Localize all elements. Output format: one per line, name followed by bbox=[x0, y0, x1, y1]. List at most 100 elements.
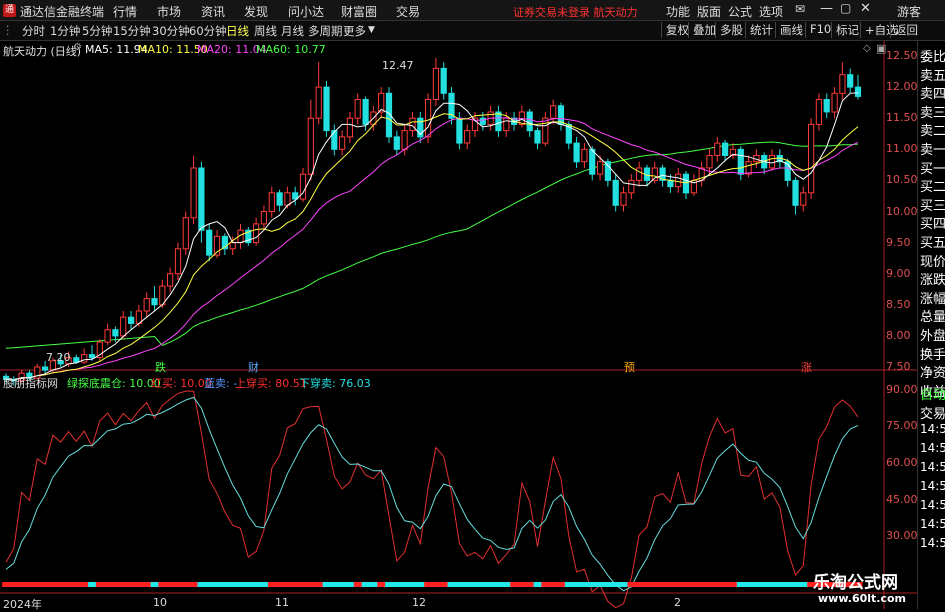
event-tag-drop[interactable]: 跌 bbox=[155, 359, 166, 375]
side-panel-item[interactable]: 涨幅 bbox=[920, 288, 945, 307]
signal-bar-segment bbox=[314, 582, 324, 587]
side-panel-item[interactable]: 卖二 bbox=[920, 120, 945, 139]
login-notice[interactable]: 证券交易未登录 航天动力 bbox=[513, 4, 638, 20]
side-panel-item[interactable]: 卖四 bbox=[920, 83, 945, 102]
indicator-name[interactable]: 股朋指标网 bbox=[3, 375, 58, 391]
menu-layout[interactable]: 版面 bbox=[697, 3, 721, 20]
event-tag-finance[interactable]: 财 bbox=[248, 359, 259, 375]
menu-ask[interactable]: 问小达 bbox=[288, 3, 324, 20]
period-tab-60min[interactable]: 60分钟 bbox=[189, 23, 227, 39]
side-panel-item[interactable]: 买一 bbox=[920, 158, 945, 177]
kline-chart-svg[interactable] bbox=[0, 41, 917, 609]
guest-label[interactable]: 游客 bbox=[897, 3, 921, 20]
side-panel-item[interactable]: 卖五 bbox=[920, 65, 945, 84]
period-tab-daily[interactable]: 日线 bbox=[226, 23, 249, 39]
price-tick: 9.50 bbox=[886, 235, 911, 249]
period-tab-30min[interactable]: 30分钟 bbox=[152, 23, 190, 39]
price-tick: 11.50 bbox=[886, 111, 918, 125]
candle-body bbox=[550, 105, 557, 119]
stock-title[interactable]: 航天动力 (日线) bbox=[3, 43, 81, 59]
period-tab-more[interactable]: 更多 bbox=[343, 23, 366, 39]
indicator-tick: 75.00 bbox=[886, 419, 918, 432]
side-panel-item[interactable]: 委比 bbox=[920, 46, 945, 65]
menu-market[interactable]: 市场 bbox=[157, 3, 181, 20]
signal-bar-segment bbox=[525, 582, 535, 587]
side-panel-item[interactable]: 卖一 bbox=[920, 139, 945, 158]
menu-function[interactable]: 功能 bbox=[666, 3, 690, 20]
menu-formula[interactable]: 公式 bbox=[728, 3, 752, 20]
side-panel-item[interactable]: 买二 bbox=[920, 176, 945, 195]
side-panel-item[interactable]: 换手 bbox=[920, 344, 945, 363]
overlay-button[interactable]: 叠加 bbox=[688, 22, 716, 38]
side-panel-item[interactable]: 14:56 bbox=[920, 422, 945, 436]
message-icon[interactable]: ✉ bbox=[795, 2, 805, 16]
price-tick: 12.50 bbox=[886, 49, 918, 62]
chart-area[interactable]: 航天动力 (日线) ⚙ MA5: 11.94 MA10: 11.50 MA20:… bbox=[0, 41, 918, 611]
menu-trade[interactable]: 交易 bbox=[396, 3, 420, 20]
side-panel-item[interactable]: 14:56 bbox=[920, 498, 945, 512]
candle-body bbox=[401, 130, 408, 150]
signal-bar-segment bbox=[674, 582, 683, 587]
signal-bar-segment bbox=[221, 582, 230, 587]
candle-body bbox=[190, 167, 197, 219]
side-panel-item[interactable]: 14:56 bbox=[920, 536, 945, 550]
period-tab-intraday[interactable]: 分时 bbox=[22, 23, 45, 39]
side-panel-item[interactable]: 买四 bbox=[920, 213, 945, 232]
side-panel-item[interactable]: 14:56 bbox=[920, 460, 945, 474]
period-tab-multi[interactable]: 多周期 bbox=[308, 23, 343, 39]
side-panel-item[interactable]: 外盘 bbox=[920, 325, 945, 344]
candle-body bbox=[128, 316, 135, 324]
diamond-icon[interactable]: ◇ bbox=[863, 43, 871, 54]
period-tab-15min[interactable]: 15分钟 bbox=[113, 23, 151, 39]
side-panel-item[interactable]: 14:56 bbox=[920, 517, 945, 531]
signal-bar-segment bbox=[697, 582, 707, 587]
menu-options[interactable]: 选项 bbox=[759, 3, 783, 20]
stats-button[interactable]: 统计 bbox=[745, 22, 773, 38]
period-tab-weekly[interactable]: 周线 bbox=[254, 23, 277, 39]
close-icon[interactable]: ✕ bbox=[860, 1, 871, 16]
signal-bar-segment bbox=[322, 582, 331, 587]
side-panel-item[interactable]: 买五 bbox=[920, 232, 945, 251]
period-tab-1min[interactable]: 1分钟 bbox=[50, 23, 80, 39]
menu-discover[interactable]: 发现 bbox=[244, 3, 268, 20]
signal-bar-segment bbox=[56, 582, 66, 587]
side-panel-item[interactable]: 买三 bbox=[920, 195, 945, 214]
side-panel-item[interactable]: 现价 bbox=[920, 251, 945, 270]
side-panel-item[interactable]: 卖三 bbox=[920, 102, 945, 121]
signal-bar-segment bbox=[744, 582, 754, 587]
side-panel-item[interactable]: 自动 bbox=[920, 384, 945, 403]
window-toggle-icon[interactable]: ▣ bbox=[876, 42, 886, 55]
minimize-icon[interactable]: — bbox=[820, 1, 833, 16]
menu-news[interactable]: 资讯 bbox=[201, 3, 225, 20]
draw-line-button[interactable]: 画线 bbox=[775, 22, 803, 38]
event-tag-forecast[interactable]: 预 bbox=[624, 359, 635, 375]
event-tag-rise[interactable]: 涨 bbox=[801, 359, 812, 375]
menu-quotes[interactable]: 行情 bbox=[113, 3, 137, 20]
candle-body bbox=[323, 86, 330, 132]
quote-side-panel[interactable]: 委比 卖五 卖四 卖三 卖二 卖一 买一 买二 买三 买四 买五 现价 涨跌 涨幅 总量 外盘 换手 净资 收益 自动… bbox=[917, 41, 945, 609]
menu-fortune-circle[interactable]: 财富圈 bbox=[341, 3, 377, 20]
mark-button[interactable]: 标记 bbox=[831, 22, 859, 38]
restore-icon[interactable]: ▢ bbox=[840, 1, 851, 15]
side-panel-item[interactable]: 14:56 bbox=[920, 479, 945, 493]
signal-bar-segment bbox=[455, 582, 464, 587]
side-panel-item[interactable]: 14:56 bbox=[920, 441, 945, 455]
more-chevron-down-icon[interactable]: ▼ bbox=[368, 25, 375, 35]
price-tick: 11.00 bbox=[886, 142, 918, 156]
multi-stock-button[interactable]: 多股 bbox=[715, 22, 743, 38]
side-panel-item[interactable]: 净资 bbox=[920, 362, 945, 381]
f10-button[interactable]: F10 bbox=[805, 22, 831, 38]
back-button[interactable]: 返回 bbox=[890, 22, 918, 38]
period-tab-monthly[interactable]: 月线 bbox=[281, 23, 304, 39]
side-panel-item[interactable]: 总量 bbox=[920, 306, 945, 325]
candle-body bbox=[151, 298, 158, 306]
signal-bar-segment bbox=[2, 582, 11, 587]
signal-bar-segment bbox=[213, 582, 222, 587]
candle-body bbox=[456, 117, 463, 144]
adjust-button[interactable]: 复权 bbox=[661, 22, 689, 38]
period-tab-5min[interactable]: 5分钟 bbox=[82, 23, 112, 39]
candle-body bbox=[339, 136, 346, 150]
settings-gear-icon[interactable]: ⚙ bbox=[73, 42, 82, 53]
side-panel-item[interactable]: 交易 bbox=[920, 403, 945, 422]
side-panel-item[interactable]: 涨跌 bbox=[920, 269, 945, 288]
